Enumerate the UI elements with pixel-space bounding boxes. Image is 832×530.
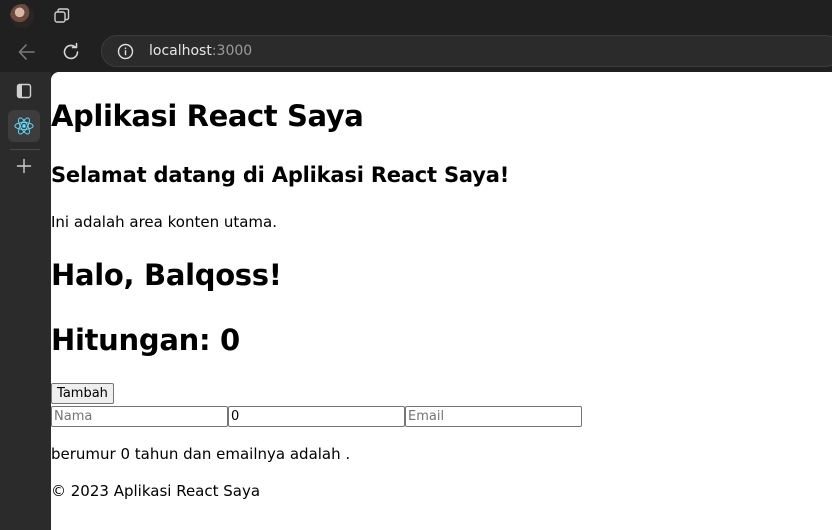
vertical-tab-sidebar	[0, 72, 51, 530]
greeting-heading: Halo, Balqoss!	[51, 258, 282, 292]
info-icon[interactable]	[117, 43, 134, 60]
profile-avatar[interactable]	[10, 4, 34, 28]
plus-icon[interactable]	[15, 157, 33, 175]
url-text[interactable]: localhost:3000	[149, 43, 252, 60]
summary-text: berumur 0 tahun dan emailnya adalah .	[51, 445, 351, 463]
address-bar[interactable]: localhost:3000	[101, 35, 832, 67]
welcome-heading: Selamat datang di Aplikasi React Saya!	[51, 163, 510, 187]
counter-heading: Hitungan: 0	[51, 323, 240, 357]
page-viewport: Aplikasi React Saya Selamat datang di Ap…	[51, 72, 832, 530]
age-input[interactable]	[228, 406, 405, 427]
title-bar	[0, 0, 832, 32]
back-arrow-icon[interactable]	[16, 41, 38, 63]
footer-text: © 2023 Aplikasi React Saya	[51, 482, 261, 500]
browser-toolbar: localhost:3000	[0, 32, 832, 72]
reload-icon[interactable]	[60, 41, 82, 63]
sidebar-divider	[10, 149, 40, 150]
app-title: Aplikasi React Saya	[51, 99, 364, 133]
tab-react-app[interactable]	[8, 110, 40, 142]
url-port: :3000	[211, 43, 253, 59]
email-input[interactable]	[405, 406, 582, 427]
main-content-text: Ini adalah area konten utama.	[51, 213, 277, 231]
workspaces-icon[interactable]	[53, 7, 71, 25]
react-logo-icon	[14, 117, 34, 135]
add-button[interactable]: Tambah	[51, 383, 114, 404]
vertical-tabs-icon[interactable]	[15, 82, 33, 100]
url-host: localhost	[149, 43, 212, 59]
name-input[interactable]	[51, 406, 228, 427]
